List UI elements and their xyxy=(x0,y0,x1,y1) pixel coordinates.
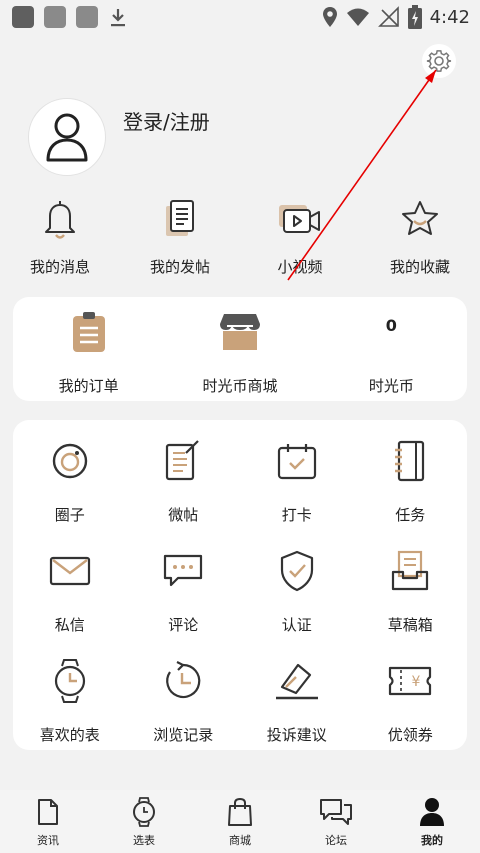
watch-icon xyxy=(133,797,155,827)
tab-watch-select[interactable]: 选表 xyxy=(96,796,192,853)
watch-icon xyxy=(54,659,85,703)
history-button[interactable]: 浏览记录 xyxy=(127,658,241,768)
my-favorites-label: 我的收藏 xyxy=(389,258,450,276)
comments-button[interactable]: 评论 xyxy=(127,548,241,658)
short-video-label: 小视频 xyxy=(277,258,323,276)
user-filled-icon xyxy=(420,798,444,826)
notebook-icon xyxy=(395,440,425,482)
coin-balance-label: 时光币 xyxy=(368,377,414,395)
drafts-button[interactable]: 草稿箱 xyxy=(354,548,468,658)
notification-app-icon xyxy=(12,6,34,28)
coin-balance-value: 0 xyxy=(385,316,397,335)
feedback-icon xyxy=(275,663,318,700)
my-messages-label: 我的消息 xyxy=(29,258,90,276)
tasks-button[interactable]: 任务 xyxy=(354,438,468,548)
note-pencil-icon xyxy=(166,440,200,481)
micro-posts-label: 微帖 xyxy=(168,506,199,524)
signal-icon xyxy=(377,6,399,27)
avatar[interactable] xyxy=(28,98,106,176)
notification-app-icon xyxy=(76,6,98,28)
calendar-check-icon xyxy=(277,444,316,480)
coin-mall-button[interactable]: 时光币商城 xyxy=(164,297,315,401)
status-bar: 4:42 xyxy=(0,0,480,34)
coupons-button[interactable]: ¥ 优领券 xyxy=(354,658,468,768)
circle-icon xyxy=(52,443,87,479)
coupon-icon: ¥ xyxy=(389,666,432,696)
shop-card: 我的订单 时光币商城 0 时光币 xyxy=(13,297,467,401)
micro-posts-button[interactable]: 微帖 xyxy=(127,438,241,548)
battery-icon xyxy=(407,5,422,29)
chat-bubble-icon xyxy=(164,554,203,587)
my-favorites-button[interactable]: 我的收藏 xyxy=(365,198,475,277)
verification-label: 认证 xyxy=(281,616,312,634)
bottom-tab-bar: 资讯 选表 商城 论坛 我的 xyxy=(0,790,480,853)
liked-watches-label: 喜欢的表 xyxy=(39,726,100,744)
inbox-draft-icon xyxy=(392,550,429,591)
document-icon xyxy=(38,799,58,825)
tab-mall-label: 商城 xyxy=(229,834,251,847)
coupons-label: 优领券 xyxy=(387,726,433,744)
documents-icon xyxy=(166,200,194,236)
shield-check-icon xyxy=(280,550,313,592)
clock: 4:42 xyxy=(429,6,470,28)
coin-balance-button[interactable]: 0 时光币 xyxy=(316,297,467,401)
video-camera-icon xyxy=(279,205,320,233)
tab-mall[interactable]: 商城 xyxy=(192,796,288,853)
short-video-button[interactable]: 小视频 xyxy=(245,198,355,277)
feedback-label: 投诉建议 xyxy=(266,726,327,744)
my-posts-button[interactable]: 我的发帖 xyxy=(125,198,235,277)
my-messages-button[interactable]: 我的消息 xyxy=(5,198,115,277)
liked-watches-button[interactable]: 喜欢的表 xyxy=(13,658,127,768)
tab-news-label: 资讯 xyxy=(37,834,59,847)
tab-mine[interactable]: 我的 xyxy=(384,796,480,853)
tasks-label: 任务 xyxy=(395,506,426,524)
comments-label: 评论 xyxy=(168,616,199,634)
notification-app-icon xyxy=(44,6,66,28)
circles-label: 圈子 xyxy=(54,506,85,524)
coin-mall-label: 时光币商城 xyxy=(202,377,278,395)
my-orders-button[interactable]: 我的订单 xyxy=(13,297,164,401)
features-grid: 圈子 微帖 打卡 任务 私信 评论 认证 草稿箱 喜欢的表 浏览记录 投诉建议 … xyxy=(13,420,467,768)
history-icon xyxy=(166,661,201,699)
private-messages-label: 私信 xyxy=(54,616,85,634)
wifi-icon xyxy=(346,8,369,26)
shopping-bag-icon xyxy=(228,797,252,826)
star-icon xyxy=(402,201,438,235)
circles-button[interactable]: 圈子 xyxy=(13,438,127,548)
check-in-button[interactable]: 打卡 xyxy=(240,438,354,548)
history-label: 浏览记录 xyxy=(153,726,214,744)
envelope-icon xyxy=(49,556,90,586)
settings-button[interactable] xyxy=(422,44,456,78)
tab-forum-label: 论坛 xyxy=(325,834,347,847)
user-icon xyxy=(46,113,88,162)
svg-text:¥: ¥ xyxy=(412,674,421,690)
bell-icon xyxy=(45,201,75,239)
location-icon xyxy=(322,7,337,27)
gear-icon xyxy=(426,50,452,72)
feedback-button[interactable]: 投诉建议 xyxy=(240,658,354,768)
tab-forum[interactable]: 论坛 xyxy=(288,796,384,853)
profile-section: 登录/注册 xyxy=(28,98,210,176)
private-messages-button[interactable]: 私信 xyxy=(13,548,127,658)
tab-mine-label: 我的 xyxy=(421,834,443,847)
download-icon xyxy=(111,9,125,27)
login-register-link[interactable]: 登录/注册 xyxy=(123,106,210,135)
features-card: 圈子 微帖 打卡 任务 私信 评论 认证 草稿箱 喜欢的表 浏览记录 投诉建议 … xyxy=(13,420,467,750)
my-posts-label: 我的发帖 xyxy=(149,258,210,276)
store-icon xyxy=(219,314,260,350)
clipboard-icon xyxy=(72,312,105,352)
tab-watch-select-label: 选表 xyxy=(133,834,155,847)
tab-news[interactable]: 资讯 xyxy=(0,796,96,853)
verification-button[interactable]: 认证 xyxy=(240,548,354,658)
drafts-label: 草稿箱 xyxy=(387,616,433,634)
quick-actions: 我的消息 我的发帖 小视频 我的收藏 xyxy=(0,198,480,277)
check-in-label: 打卡 xyxy=(281,506,312,524)
my-orders-label: 我的订单 xyxy=(58,377,119,395)
chat-bubbles-icon xyxy=(320,799,352,825)
